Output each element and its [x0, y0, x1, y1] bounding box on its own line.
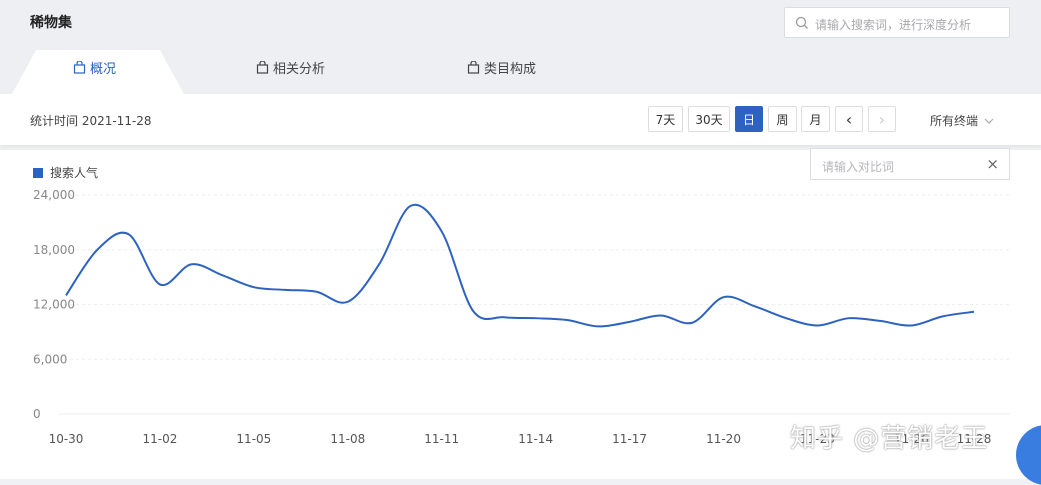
x-tick-label: 10-30 — [49, 432, 84, 446]
bag-icon — [73, 61, 86, 74]
range-month-button[interactable]: 月 — [801, 106, 830, 132]
bag-icon — [467, 61, 480, 74]
data-point[interactable] — [660, 314, 662, 316]
range-week-button[interactable]: 周 — [768, 106, 797, 132]
tab-category-composition[interactable]: 类目构成 — [467, 58, 536, 77]
data-point[interactable] — [253, 286, 255, 288]
data-point[interactable] — [941, 315, 943, 317]
data-point[interactable] — [503, 316, 505, 318]
terminal-label: 所有终端 — [930, 114, 979, 128]
data-point[interactable] — [347, 301, 349, 303]
data-point[interactable] — [378, 263, 380, 265]
data-point[interactable] — [754, 305, 756, 307]
x-tick-label: 11-14 — [518, 432, 553, 446]
data-point[interactable] — [566, 319, 568, 321]
data-point[interactable] — [973, 311, 975, 313]
data-point[interactable] — [315, 291, 317, 293]
legend-swatch — [33, 167, 43, 178]
tab-label: 类目构成 — [484, 62, 537, 77]
data-point[interactable] — [691, 322, 693, 324]
data-point[interactable] — [441, 230, 443, 232]
filter-bar: 统计时间 2021-11-28 7天 30天 日 周 月 ‹ › 所有终端 — [0, 94, 1041, 145]
terminal-select[interactable]: 所有终端 — [930, 112, 994, 129]
data-point[interactable] — [816, 324, 818, 326]
y-tick-label: 12,000 — [33, 298, 75, 312]
close-icon[interactable]: × — [986, 155, 999, 173]
app-title: 稀物集 — [30, 15, 72, 31]
data-point[interactable] — [472, 310, 474, 312]
compare-placeholder: 请输入对比词 — [822, 160, 895, 174]
search-input[interactable]: 请输入搜索词，进行深度分析 — [784, 7, 1010, 38]
data-point[interactable] — [910, 324, 912, 326]
compare-input[interactable]: 请输入对比词 × — [810, 148, 1010, 180]
data-point[interactable] — [221, 274, 223, 276]
prev-button[interactable]: ‹ — [835, 106, 863, 132]
search-icon — [795, 16, 808, 29]
data-point[interactable] — [96, 249, 98, 251]
tab-related-analysis[interactable]: 相关分析 — [256, 58, 325, 77]
x-tick-label: 11-05 — [236, 432, 271, 446]
y-tick-label: 24,000 — [33, 188, 75, 202]
data-point[interactable] — [65, 294, 67, 296]
chart-legend[interactable]: 搜索人气 — [33, 164, 98, 181]
bag-icon — [256, 61, 269, 74]
x-tick-label: 11-08 — [330, 432, 365, 446]
tab-label: 概况 — [90, 62, 117, 77]
x-tick-label: 11-17 — [612, 432, 647, 446]
y-tick-label: 6,000 — [33, 352, 67, 366]
next-button[interactable]: › — [868, 106, 896, 132]
stat-date: 统计时间 2021-11-28 — [30, 114, 152, 128]
data-point[interactable] — [628, 321, 630, 323]
x-tick-label: 11-11 — [424, 432, 459, 446]
chart-panel: 0 6,000 12,000 18,000 24,000 10-30 11-02 11-05 1… — [0, 148, 1041, 485]
y-tick-label: 18,000 — [33, 243, 75, 257]
tab-overview[interactable]: 概况 — [73, 58, 116, 77]
x-tick-label: 11-20 — [706, 432, 741, 446]
series-line — [65, 203, 975, 328]
watermark: 知乎 @营销老王 — [790, 424, 989, 454]
tab-label: 相关分析 — [273, 62, 326, 77]
chevron-down-icon — [984, 118, 994, 124]
data-point[interactable] — [159, 283, 161, 285]
data-point[interactable] — [848, 317, 850, 319]
data-point[interactable] — [127, 233, 129, 235]
x-tick-label: 11-02 — [142, 432, 177, 446]
range-7d-button[interactable]: 7天 — [648, 106, 683, 132]
data-point[interactable] — [284, 289, 286, 291]
range-30d-button[interactable]: 30天 — [688, 106, 730, 132]
top-header: 稀物集 请输入搜索词，进行深度分析 概况 相关分析 类目构成 — [0, 0, 1041, 94]
search-placeholder: 请输入搜索词，进行深度分析 — [815, 18, 972, 32]
data-point[interactable] — [597, 325, 599, 327]
legend-label: 搜索人气 — [50, 166, 99, 180]
data-point[interactable] — [722, 296, 724, 298]
data-point[interactable] — [190, 263, 192, 265]
data-point[interactable] — [879, 320, 881, 322]
y-tick-label: 0 — [33, 407, 41, 421]
data-point[interactable] — [534, 317, 536, 319]
data-point[interactable] — [785, 317, 787, 319]
range-day-button[interactable]: 日 — [735, 106, 763, 132]
data-point[interactable] — [409, 205, 411, 207]
